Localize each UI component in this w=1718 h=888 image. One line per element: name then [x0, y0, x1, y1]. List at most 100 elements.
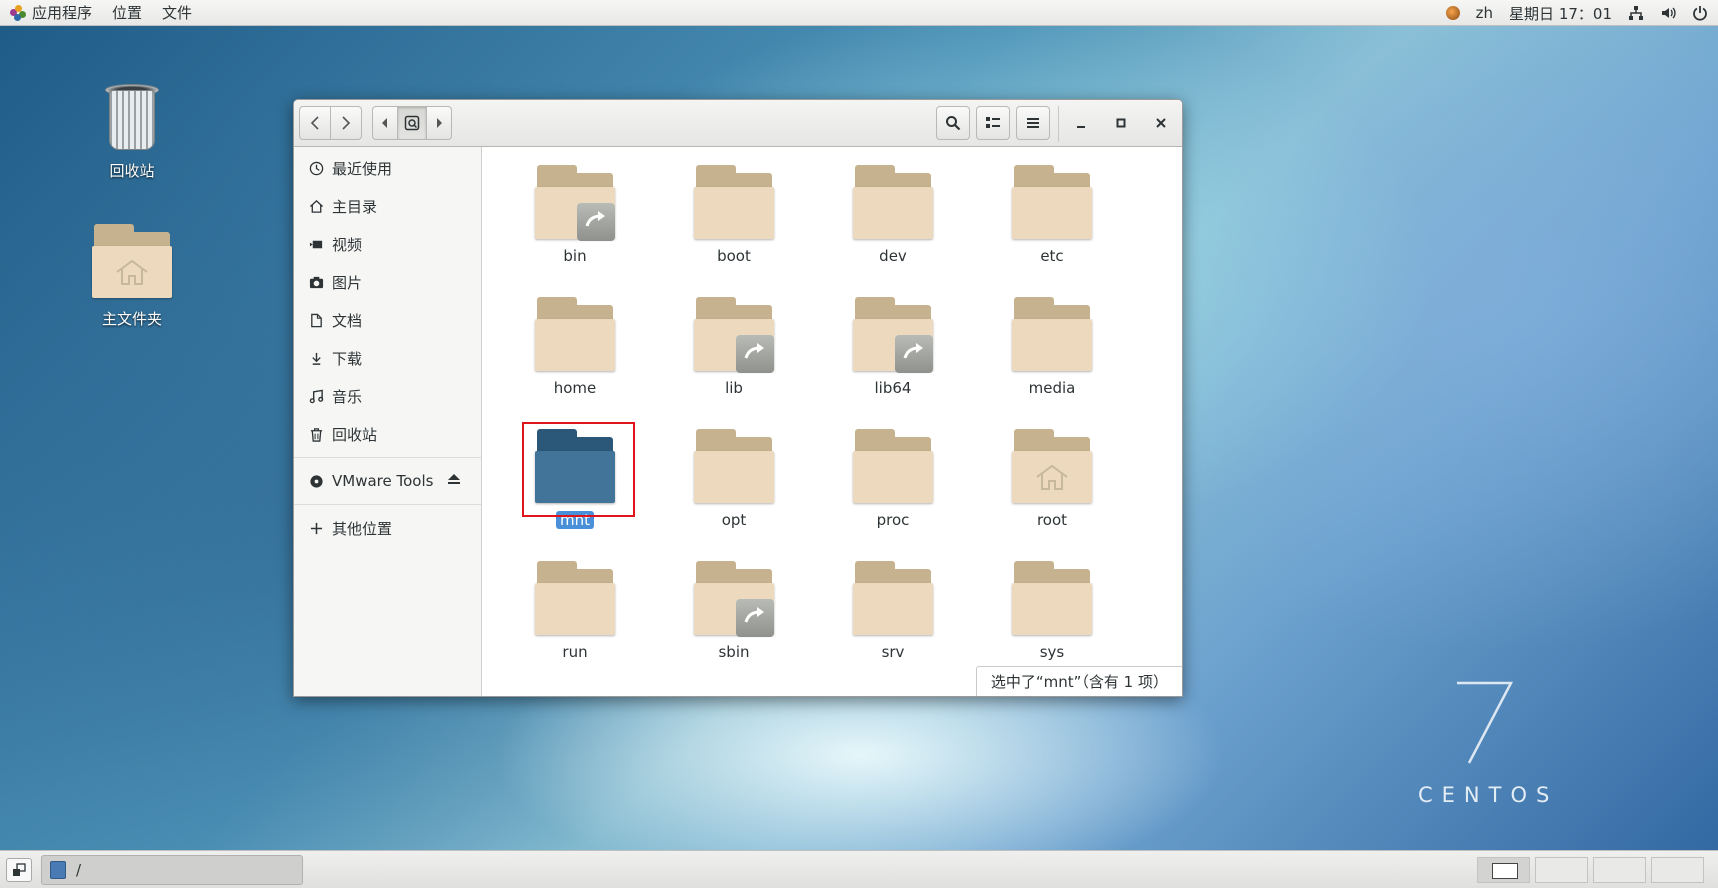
- clock[interactable]: 星期日 17：01: [1509, 3, 1612, 24]
- folder-icon: [851, 555, 935, 639]
- view-mode-button[interactable]: [976, 106, 1010, 140]
- folder-name: lib: [725, 379, 743, 397]
- folder-item-dev[interactable]: dev: [833, 159, 953, 265]
- places-menu[interactable]: 位置: [102, 0, 152, 26]
- sidebar-item-home[interactable]: 主目录: [294, 187, 481, 225]
- symlink-arrow-icon: [736, 599, 774, 637]
- applications-label: 应用程序: [32, 4, 93, 22]
- workspace-3[interactable]: [1593, 857, 1646, 883]
- sidebar-item-label: 最近使用: [332, 159, 393, 178]
- sidebar-item-downloads[interactable]: 下载: [294, 339, 481, 377]
- applications-logo-icon: [10, 4, 26, 21]
- eject-icon[interactable]: [447, 473, 461, 489]
- folder-item-bin[interactable]: bin: [515, 159, 635, 265]
- folder-icon: [692, 423, 776, 507]
- symlink-folder-icon: [533, 159, 617, 243]
- folder-item-srv[interactable]: srv: [833, 555, 953, 661]
- menu-button[interactable]: [1016, 106, 1050, 140]
- folder-item-opt[interactable]: opt: [674, 423, 794, 529]
- maximize-icon: [1116, 118, 1126, 128]
- path-root-button[interactable]: [397, 106, 427, 140]
- taskbar-window-button[interactable]: /: [41, 855, 303, 885]
- bottom-panel: /: [0, 850, 1718, 888]
- desktop-trash[interactable]: 回收站: [72, 80, 192, 181]
- power-icon[interactable]: [1692, 5, 1708, 21]
- clock-icon: [308, 160, 324, 176]
- folder-icon: [533, 291, 617, 375]
- sidebar-item-videos[interactable]: 视频: [294, 225, 481, 263]
- desktop-trash-label: 回收站: [109, 162, 155, 180]
- search-button[interactable]: [936, 106, 970, 140]
- folder-name: boot: [717, 247, 751, 265]
- document-icon: [308, 312, 324, 328]
- centos-brand-text: CENTOS: [1418, 783, 1559, 807]
- places-label: 位置: [112, 4, 143, 22]
- show-desktop-button[interactable]: [6, 858, 32, 882]
- folder-name: opt: [721, 511, 747, 529]
- sidebar-item-pictures[interactable]: 图片: [294, 263, 481, 301]
- files-menu[interactable]: 文件: [152, 0, 202, 26]
- folder-item-run[interactable]: run: [515, 555, 635, 661]
- drive-icon: [404, 115, 420, 131]
- forward-button[interactable]: [330, 106, 362, 140]
- workspace-1[interactable]: [1477, 857, 1530, 883]
- taskbar-window-label: /: [76, 861, 82, 879]
- folder-item-media[interactable]: media: [992, 291, 1112, 397]
- close-icon: [1156, 118, 1166, 128]
- close-button[interactable]: [1146, 108, 1176, 138]
- folder-name: bin: [563, 247, 587, 265]
- path-scroll-left-button[interactable]: [372, 106, 398, 140]
- folder-name: dev: [879, 247, 907, 265]
- folder-icon: [533, 555, 617, 639]
- sidebar-item-trash[interactable]: 回收站: [294, 415, 481, 453]
- volume-icon[interactable]: [1660, 5, 1676, 21]
- sidebar-item-vmware-tools[interactable]: VMware Tools: [294, 462, 481, 500]
- sidebar-item-music[interactable]: 音乐: [294, 377, 481, 415]
- network-icon[interactable]: [1628, 5, 1644, 21]
- home-icon: [308, 198, 324, 214]
- applications-menu[interactable]: 应用程序: [0, 0, 102, 26]
- top-bar: 应用程序 位置 文件 zh 星期日 17：01: [0, 0, 1718, 26]
- home-emblem-icon: [1036, 464, 1068, 490]
- back-button[interactable]: [299, 106, 331, 140]
- path-scroll-right-button[interactable]: [426, 106, 452, 140]
- sidebar-separator: [294, 504, 481, 505]
- input-method-indicator[interactable]: zh: [1476, 4, 1493, 22]
- trash-icon: [308, 426, 324, 442]
- sidebar-item-label: 主目录: [332, 197, 378, 216]
- folder-item-sys[interactable]: sys: [992, 555, 1112, 661]
- folder-item-lib[interactable]: lib: [674, 291, 794, 397]
- folder-item-lib64[interactable]: lib64: [833, 291, 953, 397]
- folder-name: media: [1028, 379, 1076, 397]
- selection-status-text: 选中了“mnt”（含有 1 项）: [990, 673, 1168, 691]
- folder-name: lib64: [874, 379, 912, 397]
- desktop-home-folder[interactable]: 主文件夹: [72, 218, 192, 329]
- symlink-folder-icon: [851, 291, 935, 375]
- selection-status-bar: 选中了“mnt”（含有 1 项）: [975, 666, 1182, 696]
- folder-name: home: [553, 379, 597, 397]
- folder-grid: bin boot dev etc home lib lib64 media mnt opt proc…: [482, 147, 1182, 696]
- symlink-arrow-icon: [577, 203, 615, 241]
- desktop-home-label: 主文件夹: [101, 310, 162, 328]
- list-view-icon: [986, 117, 1000, 128]
- folder-item-root[interactable]: root: [992, 423, 1112, 529]
- folder-icon: [1010, 159, 1094, 243]
- folder-name: root: [1036, 511, 1068, 529]
- sidebar-item-other-locations[interactable]: 其他位置: [294, 509, 481, 547]
- sidebar-item-label: 其他位置: [332, 519, 393, 538]
- maximize-button[interactable]: [1106, 108, 1136, 138]
- accessibility-icon[interactable]: [1445, 6, 1460, 20]
- sidebar-item-recent[interactable]: 最近使用: [294, 149, 481, 187]
- workspace-4[interactable]: [1651, 857, 1704, 883]
- minimize-button[interactable]: [1066, 108, 1096, 138]
- folder-item-home[interactable]: home: [515, 291, 635, 397]
- folder-item-etc[interactable]: etc: [992, 159, 1112, 265]
- sidebar-item-label: 文档: [332, 311, 363, 330]
- minimize-icon: [1077, 126, 1085, 128]
- sidebar-item-documents[interactable]: 文档: [294, 301, 481, 339]
- workspace-2[interactable]: [1535, 857, 1588, 883]
- folder-item-proc[interactable]: proc: [833, 423, 953, 529]
- folder-item-sbin[interactable]: sbin: [674, 555, 794, 661]
- triangle-right-icon: [437, 118, 442, 128]
- folder-item-boot[interactable]: boot: [674, 159, 794, 265]
